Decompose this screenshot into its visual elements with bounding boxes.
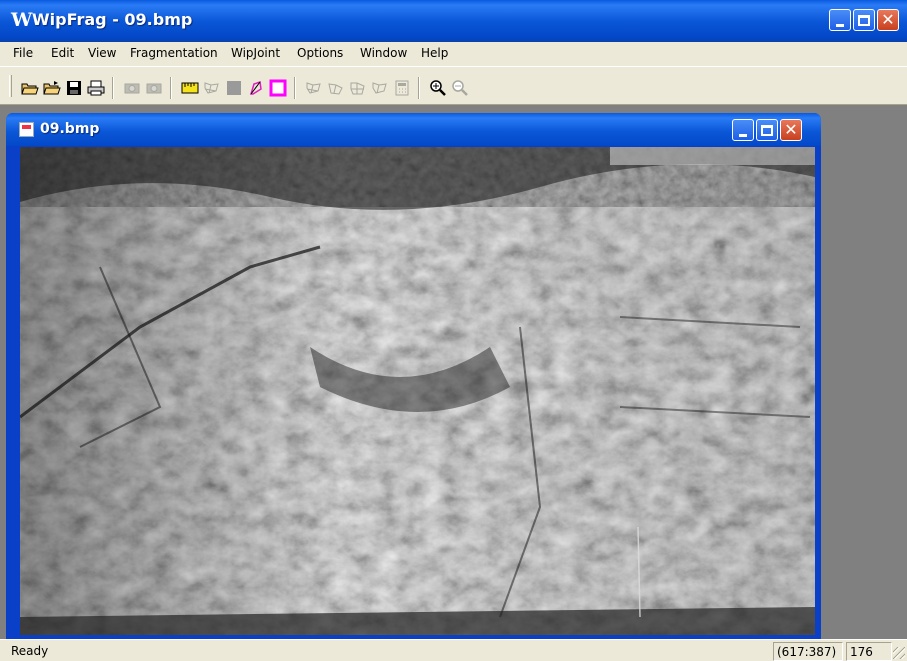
maximize-icon [761, 124, 773, 136]
fill-button[interactable] [224, 78, 244, 98]
menu-help[interactable]: Help [421, 46, 448, 60]
zoom-out-icon [452, 80, 468, 96]
menu-options[interactable]: Options [297, 46, 343, 60]
minimize-button[interactable] [829, 9, 851, 31]
toolbar [0, 66, 907, 104]
child-minimize-button[interactable] [732, 119, 754, 141]
status-message: Ready [11, 644, 49, 658]
menu-wipjoint[interactable]: WipJoint [231, 46, 280, 60]
open-folder-alt-icon [43, 81, 61, 95]
menu-view[interactable]: View [88, 46, 116, 60]
network-three-icon [350, 82, 365, 95]
toolbar-separator [294, 77, 296, 99]
open-button[interactable] [20, 78, 40, 98]
pixel-value: 176 [846, 642, 892, 661]
child-titlebar[interactable]: 09.bmp ✕ [6, 113, 821, 146]
close-icon: ✕ [784, 120, 798, 139]
scale-ruler-icon [181, 82, 199, 94]
window-title: WipFrag - 09.bmp [32, 10, 193, 29]
menu-edit[interactable]: Edit [51, 46, 74, 60]
toolbar-separator [170, 77, 172, 99]
camera-icon [124, 83, 140, 94]
network-four-icon [372, 82, 387, 94]
scale-button[interactable] [180, 78, 200, 98]
bitmap-document-icon [19, 122, 34, 137]
network-four-button[interactable] [370, 78, 390, 98]
toolbar-separator [112, 77, 114, 99]
network-one-button[interactable] [304, 78, 324, 98]
toolbar-grip[interactable] [9, 75, 12, 97]
network-one-icon [306, 82, 321, 94]
menu-bar: File Edit View Fragmentation WipJoint Op… [0, 42, 907, 65]
child-window-title: 09.bmp [40, 121, 100, 137]
status-bar: Ready (617:387) 176 [0, 639, 907, 661]
child-close-button[interactable]: ✕ [780, 119, 802, 141]
menu-window[interactable]: Window [360, 46, 407, 60]
rock-face-photo [20, 147, 815, 635]
camera-alt-icon [146, 83, 162, 94]
polygon-edit-icon [249, 81, 262, 95]
resize-grip-icon[interactable] [893, 647, 905, 659]
mdi-client-area: 09.bmp ✕ [0, 104, 907, 643]
maximize-button[interactable] [853, 9, 875, 31]
main-titlebar[interactable]: W WipFrag - 09.bmp ✕ [0, 0, 907, 42]
close-icon: ✕ [881, 10, 895, 29]
save-disk-icon [67, 81, 81, 95]
open-folder-icon [21, 83, 39, 95]
net-button[interactable] [202, 78, 222, 98]
outline-button[interactable] [268, 78, 288, 98]
image-document-window: 09.bmp ✕ [6, 113, 821, 643]
calculator-icon [395, 80, 409, 96]
net-grid-icon [204, 82, 219, 94]
capture-alt-button[interactable] [144, 78, 164, 98]
minimize-icon [739, 133, 747, 137]
network-two-icon [328, 83, 343, 95]
capture-button[interactable] [122, 78, 142, 98]
gray-square-icon [227, 81, 241, 95]
toolbar-separator [418, 77, 420, 99]
magenta-square-icon [269, 79, 287, 97]
calculator-button[interactable] [392, 78, 412, 98]
zoom-out-button[interactable] [450, 78, 470, 98]
zoom-in-icon [430, 80, 446, 96]
edit-polygon-button[interactable] [246, 78, 266, 98]
maximize-icon [858, 14, 870, 26]
network-three-button[interactable] [348, 78, 368, 98]
print-icon [87, 80, 105, 96]
menu-file[interactable]: File [13, 46, 33, 60]
print-button[interactable] [86, 78, 106, 98]
zoom-in-button[interactable] [428, 78, 448, 98]
network-two-button[interactable] [326, 78, 346, 98]
rock-face-image[interactable] [20, 147, 815, 635]
child-maximize-button[interactable] [756, 119, 778, 141]
close-button[interactable]: ✕ [877, 9, 899, 31]
minimize-icon [836, 23, 844, 27]
menu-fragmentation[interactable]: Fragmentation [130, 46, 218, 60]
open-alt-button[interactable] [42, 78, 62, 98]
cursor-coordinates: (617:387) [773, 642, 843, 661]
save-button[interactable] [64, 78, 84, 98]
